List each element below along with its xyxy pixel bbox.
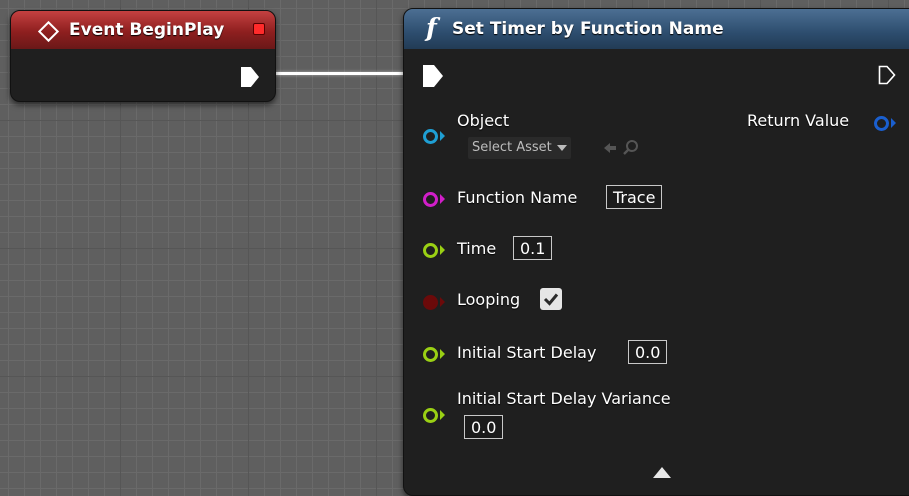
return-value-pin[interactable] (874, 116, 889, 131)
return-value-label: Return Value (747, 111, 850, 130)
object-pin[interactable] (423, 129, 438, 144)
delegate-output-pin[interactable] (253, 23, 265, 35)
event-node-title: Event BeginPlay (69, 20, 225, 40)
return-value-arrow-icon (891, 118, 896, 128)
function-name-pin[interactable] (423, 192, 438, 207)
looping-label: Looping (457, 290, 521, 309)
looping-pin[interactable] (423, 295, 438, 310)
diamond-icon (37, 20, 60, 43)
object-pin-label: Object (457, 111, 510, 130)
event-node-header[interactable]: Event BeginPlay (11, 11, 275, 49)
initial-start-delay-label: Initial Start Delay (457, 343, 597, 362)
time-input[interactable]: 0.1 (513, 236, 553, 260)
exec-input-pin[interactable] (423, 65, 443, 87)
checkmark-icon (543, 293, 559, 306)
initial-start-delay-variance-input[interactable]: 0.0 (464, 415, 504, 439)
time-pin[interactable] (423, 243, 438, 258)
initial-start-delay-variance-label: Initial Start Delay Variance (457, 389, 671, 408)
event-beginplay-node[interactable]: Event BeginPlay (10, 10, 276, 102)
exec-output-pin[interactable] (241, 67, 259, 87)
time-pin-arrow-icon (440, 245, 445, 255)
chevron-down-icon (556, 144, 567, 151)
exec-wire (270, 72, 418, 75)
initial-start-delay-variance-arrow-icon (440, 410, 445, 420)
function-f-icon: f (426, 13, 437, 42)
function-node-header[interactable]: f Set Timer by Function Name (404, 9, 909, 49)
initial-start-delay-input[interactable]: 0.0 (628, 340, 668, 364)
function-name-label: Function Name (457, 188, 578, 207)
initial-start-delay-pin[interactable] (423, 347, 438, 362)
looping-pin-arrow-icon (440, 297, 445, 307)
select-asset-dropdown[interactable]: Select Asset (468, 137, 571, 159)
function-name-input[interactable]: Trace (606, 185, 663, 209)
exec-output-pin-outline[interactable] (878, 65, 896, 85)
use-selected-arrow-icon[interactable] (602, 140, 618, 156)
set-timer-node[interactable]: f Set Timer by Function Name Object Sele… (403, 8, 909, 496)
function-name-pin-arrow-icon (440, 194, 445, 204)
expand-advanced-arrow-icon[interactable] (653, 467, 671, 478)
object-pin-arrow-icon (440, 131, 445, 141)
initial-start-delay-arrow-icon (440, 349, 445, 359)
browse-search-icon[interactable] (622, 138, 640, 156)
select-asset-label: Select Asset (472, 140, 552, 155)
looping-checkbox[interactable] (540, 288, 562, 310)
initial-start-delay-variance-pin[interactable] (423, 408, 438, 423)
time-label: Time (457, 239, 497, 258)
function-node-title: Set Timer by Function Name (452, 19, 724, 39)
